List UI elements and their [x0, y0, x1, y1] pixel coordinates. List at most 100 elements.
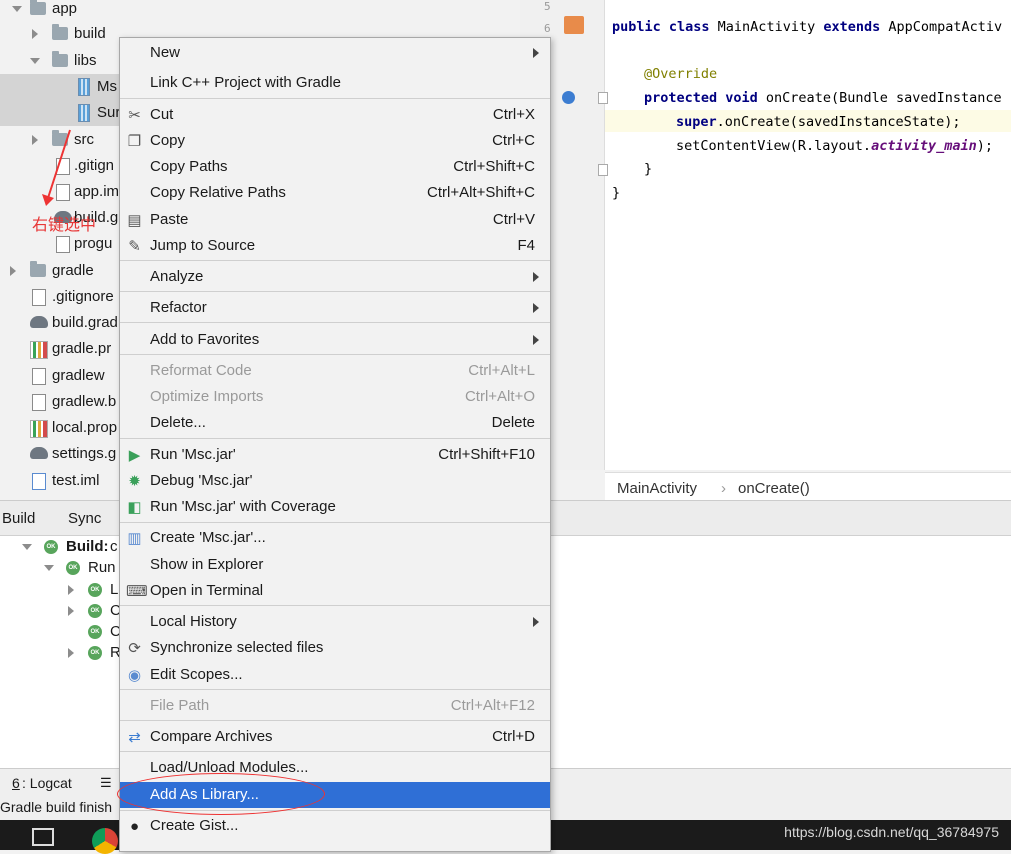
menu-item-cut[interactable]: ✂ Cut Ctrl+X — [120, 102, 550, 128]
jar-icon — [78, 78, 90, 96]
menu-item-new[interactable]: New — [120, 40, 550, 66]
menu-item-edit-scopes[interactable]: ◉ Edit Scopes... — [120, 662, 550, 688]
menu-item-create-jar[interactable]: ▥ Create 'Msc.jar'... — [120, 525, 550, 551]
folder-icon — [30, 261, 46, 277]
menu-separator — [120, 720, 550, 721]
ok-icon: OK — [44, 540, 58, 554]
ok-icon: OK — [88, 646, 102, 660]
code-line: super.onCreate(savedInstanceState); — [676, 114, 961, 130]
chevron-down-icon[interactable] — [22, 544, 32, 550]
context-menu: New Link C++ Project with Gradle ✂ Cut Ctr… — [119, 37, 551, 852]
scope-icon: ◉ — [127, 667, 142, 684]
menu-item-synchronize[interactable]: ⟳ Synchronize selected files — [120, 635, 550, 661]
tab-build[interactable]: Build — [2, 510, 35, 527]
terminal-icon: ⌨ — [126, 583, 148, 600]
jar-icon: ▥ — [127, 530, 142, 547]
menu-item-compare-archives[interactable]: ⇄ Compare Archives Ctrl+D — [120, 724, 550, 750]
chevron-down-icon[interactable] — [44, 565, 54, 571]
chevron-right-icon[interactable] — [32, 29, 38, 39]
menu-separator — [120, 689, 550, 690]
code-editor[interactable]: 5 6 7 8 9 0 1 2 3 4 public class MainAct… — [520, 0, 1011, 470]
menu-item-show-in-explorer[interactable]: Show in Explorer — [120, 552, 550, 578]
chevron-right-icon — [533, 272, 539, 282]
list-icon[interactable]: ☰ — [100, 775, 112, 791]
menu-item-analyze[interactable]: Analyze — [120, 264, 550, 290]
menu-separator — [120, 291, 550, 292]
sync-icon: ⟳ — [128, 640, 141, 657]
run-icon: ▶ — [128, 447, 141, 464]
menu-item-add-to-favorites[interactable]: Add to Favorites — [120, 327, 550, 353]
chevron-right-icon — [533, 303, 539, 313]
code-line: @Override — [644, 66, 718, 82]
properties-icon — [30, 420, 48, 438]
menu-separator — [120, 260, 550, 261]
class-icon — [564, 16, 584, 34]
menu-item-delete[interactable]: Delete... Delete — [120, 410, 550, 436]
logcat-tab[interactable]: : Logcat — [22, 775, 72, 791]
watermark: https://blog.csdn.net/qq_36784975 — [784, 824, 999, 840]
tab-sync[interactable]: Sync — [68, 510, 101, 527]
chevron-right-icon[interactable] — [68, 606, 74, 616]
status-message: Gradle build finish — [0, 799, 113, 815]
file-icon — [32, 473, 46, 490]
menu-item-copy-paths[interactable]: Copy Paths Ctrl+Shift+C — [120, 154, 550, 180]
ok-icon: OK — [88, 604, 102, 618]
properties-icon — [30, 341, 48, 359]
cut-icon: ✂ — [128, 107, 141, 124]
chevron-right-icon[interactable] — [68, 648, 74, 658]
paste-icon: ▤ — [127, 212, 142, 229]
override-icon[interactable] — [562, 91, 575, 104]
chevron-right-icon — [533, 48, 539, 58]
menu-item-jump-to-source[interactable]: ✎ Jump to Source F4 — [120, 233, 550, 259]
menu-item-paste[interactable]: ▤ Paste Ctrl+V — [120, 207, 550, 233]
fold-icon[interactable] — [598, 92, 608, 104]
menu-separator — [120, 751, 550, 752]
gradle-icon — [30, 447, 48, 459]
chevron-down-icon[interactable] — [12, 6, 22, 12]
task-view-icon[interactable] — [32, 828, 54, 846]
code-line: } — [644, 161, 653, 177]
jar-icon — [78, 104, 90, 122]
chevron-right-icon — [533, 617, 539, 627]
chevron-right-icon[interactable] — [32, 135, 38, 145]
menu-separator — [120, 605, 550, 606]
chrome-icon[interactable] — [92, 828, 118, 854]
menu-item-run[interactable]: ▶ Run 'Msc.jar' Ctrl+Shift+F10 — [120, 442, 550, 468]
pencil-icon: ✎ — [128, 238, 141, 255]
folder-icon — [52, 51, 68, 67]
ok-icon: OK — [66, 561, 80, 575]
menu-item-local-history[interactable]: Local History — [120, 609, 550, 635]
breadcrumb-class[interactable]: MainActivity — [617, 480, 697, 497]
compare-icon: ⇄ — [128, 729, 141, 746]
ok-icon: OK — [88, 625, 102, 639]
logcat-tab-number[interactable]: 6 — [12, 775, 20, 791]
breadcrumb-method[interactable]: onCreate() — [738, 480, 810, 497]
folder-icon — [52, 24, 68, 40]
code-line: setContentView(R.layout.activity_main); — [676, 138, 994, 154]
gradle-icon — [30, 316, 48, 328]
highlight-ellipse — [117, 773, 325, 815]
folder-icon — [30, 0, 46, 15]
menu-item-reformat-code: Reformat Code Ctrl+Alt+L — [150, 362, 535, 379]
tree-item-app[interactable]: app — [0, 0, 520, 22]
chevron-right-icon[interactable] — [68, 585, 74, 595]
coverage-icon: ◧ — [127, 499, 142, 516]
chevron-down-icon[interactable] — [30, 58, 40, 64]
annotation-arrow — [42, 129, 71, 206]
menu-separator — [120, 322, 550, 323]
breadcrumb-separator: › — [721, 480, 726, 497]
menu-separator — [120, 438, 550, 439]
code-line: protected void onCreate(Bundle savedInst… — [644, 90, 1002, 106]
fold-icon[interactable] — [598, 164, 608, 176]
menu-item-copy-relative-paths[interactable]: Copy Relative Paths Ctrl+Alt+Shift+C — [120, 180, 550, 206]
menu-item-refactor[interactable]: Refactor — [120, 295, 550, 321]
menu-item-run-coverage[interactable]: ◧ Run 'Msc.jar' with Coverage — [120, 494, 550, 520]
menu-item-debug[interactable]: ✹ Debug 'Msc.jar' — [120, 468, 550, 494]
menu-item-file-path: File Path Ctrl+Alt+F12 — [150, 697, 535, 714]
menu-item-link-cpp[interactable]: Link C++ Project with Gradle — [120, 70, 550, 96]
menu-separator — [120, 522, 550, 523]
menu-item-copy[interactable]: ❐ Copy Ctrl+C — [120, 128, 550, 154]
chevron-right-icon[interactable] — [10, 266, 16, 276]
menu-item-open-in-terminal[interactable]: ⌨ Open in Terminal — [120, 578, 550, 604]
menu-item-create-gist[interactable]: ● Create Gist... — [120, 813, 550, 839]
